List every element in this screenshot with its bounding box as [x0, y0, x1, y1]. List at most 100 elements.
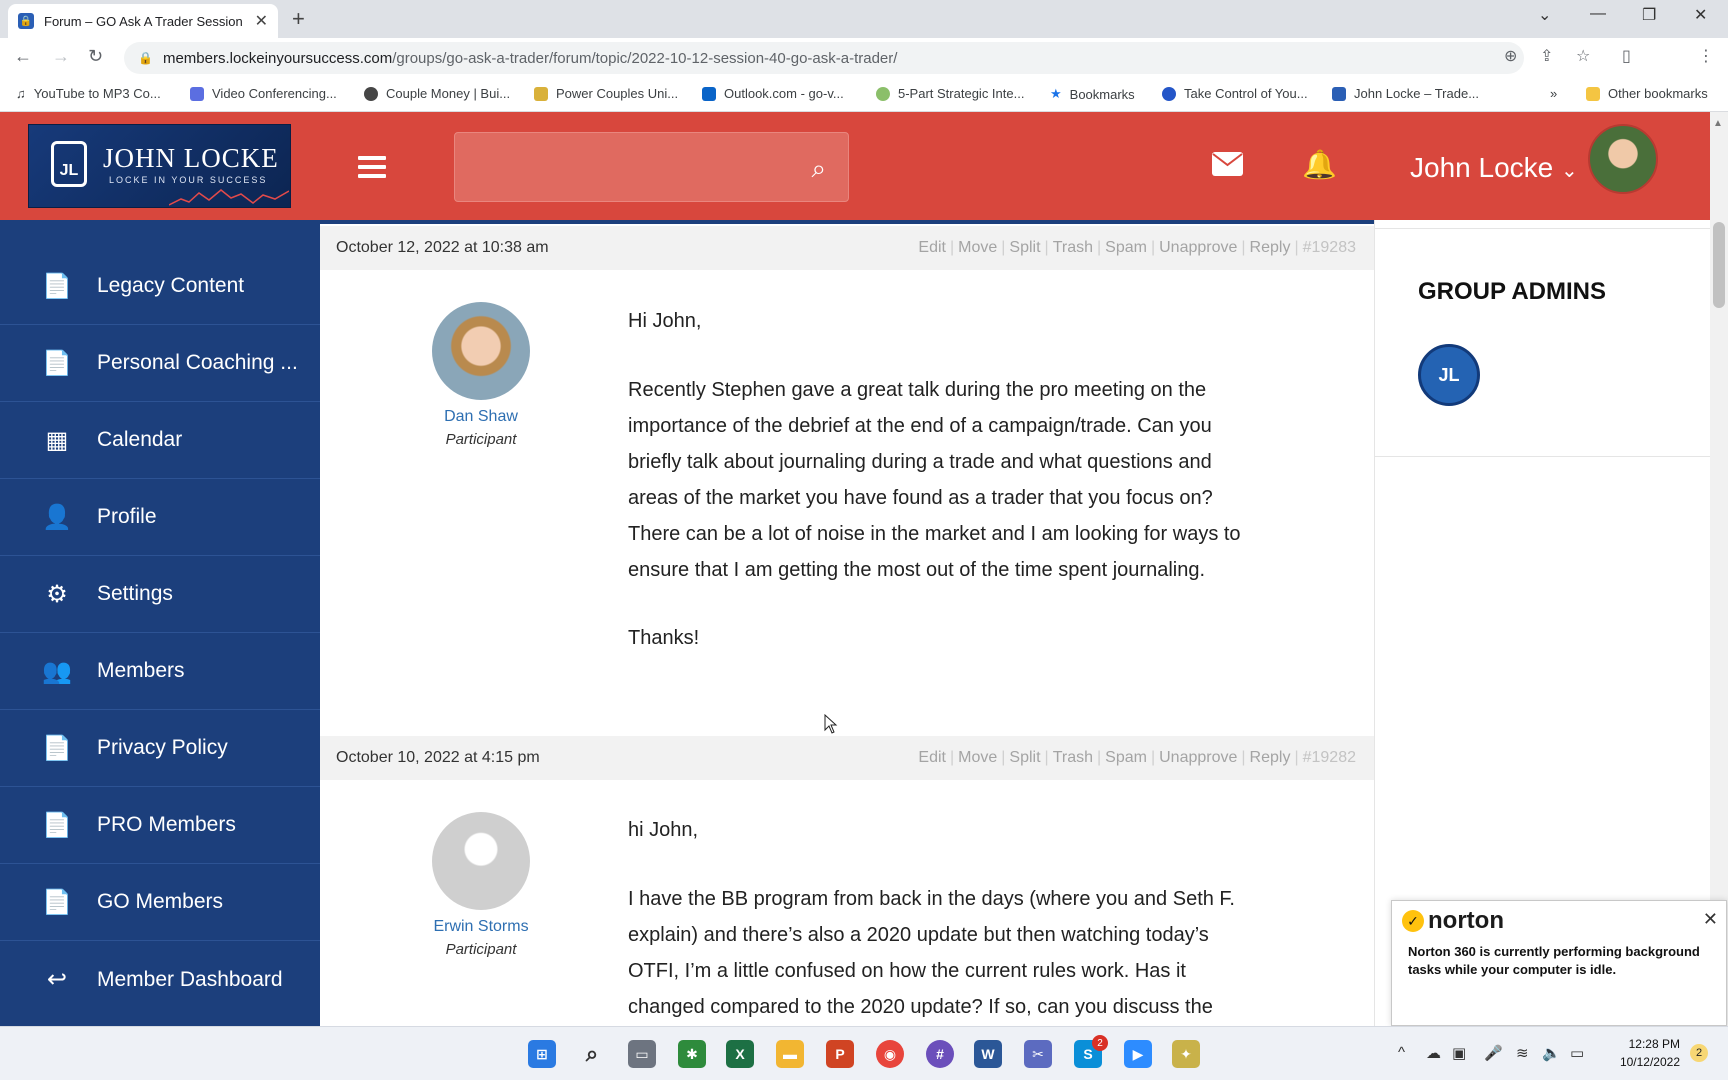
trash-link[interactable]: Trash [1053, 749, 1093, 766]
reply-link[interactable]: Reply [1250, 749, 1291, 766]
user-menu[interactable]: John Locke ⌄ [1410, 152, 1578, 184]
slack-icon[interactable]: # [926, 1040, 954, 1068]
bell-icon[interactable]: 🔔 [1302, 148, 1337, 181]
battery-icon[interactable]: ▭ [1570, 1044, 1584, 1062]
volume-icon[interactable]: 🔈 [1542, 1044, 1561, 1062]
mail-icon[interactable] [1212, 152, 1243, 176]
app-icon[interactable]: ✱ [678, 1040, 706, 1068]
bookmark-item[interactable]: ★ Bookmarks [1050, 86, 1135, 102]
other-bookmarks[interactable]: Other bookmarks [1586, 86, 1708, 101]
restore-icon[interactable]: ❐ [1642, 5, 1656, 25]
url-host: members.lockeinyoursuccess.com [162, 49, 393, 67]
bookmark-item[interactable]: 5-Part Strategic Inte... [876, 86, 1024, 101]
system-clock[interactable]: 12:28 PM 10/12/2022 [1600, 1035, 1680, 1071]
hamburger-menu-icon[interactable] [358, 156, 386, 178]
search-icon[interactable]: ⌕ [578, 1040, 606, 1068]
scroll-up-icon[interactable]: ▲ [1713, 118, 1723, 129]
bookmark-item[interactable]: John Locke – Trade... [1332, 86, 1479, 101]
notification-count[interactable]: 2 [1690, 1044, 1708, 1062]
sidebar-item-settings[interactable]: ⚙ Settings [0, 556, 320, 633]
browser-tab[interactable]: 🔒 Forum – GO Ask A Trader Session ✕ [8, 4, 278, 38]
site-logo[interactable]: JL JOHN LOCKE LOCKE IN YOUR SUCCESS [28, 124, 291, 208]
excel-icon[interactable]: X [726, 1040, 754, 1068]
author-name[interactable]: Dan Shaw [381, 408, 581, 426]
snipping-tool-icon[interactable]: ✂ [1024, 1040, 1052, 1068]
unapprove-link[interactable]: Unapprove [1159, 239, 1237, 256]
bookmark-item[interactable]: Power Couples Uni... [534, 86, 678, 101]
cloud-icon[interactable]: ☁ [1426, 1044, 1441, 1062]
move-link[interactable]: Move [958, 239, 997, 256]
split-link[interactable]: Split [1009, 239, 1040, 256]
bookmark-item[interactable]: Video Conferencing... [190, 86, 337, 101]
menu-kebab-icon[interactable]: ⋮ [1698, 46, 1714, 66]
more-bookmarks-icon[interactable]: » [1550, 86, 1557, 101]
close-tab-icon[interactable]: ✕ [255, 11, 268, 31]
sidebar-item-member-dashboard[interactable]: ↩ Member Dashboard [0, 941, 320, 1018]
reload-icon[interactable]: ↻ [88, 46, 103, 67]
word-icon[interactable]: W [974, 1040, 1002, 1068]
tab-search-icon[interactable]: ⌄ [1538, 5, 1551, 25]
group-admin-avatar[interactable]: JL [1418, 344, 1480, 406]
edit-link[interactable]: Edit [918, 749, 946, 766]
app-tray-icon[interactable]: ▣ [1452, 1044, 1466, 1062]
sidebar-item-personal-coaching[interactable]: 📄 Personal Coaching ... [0, 325, 320, 402]
windows-start-icon[interactable]: ⊞ [528, 1040, 556, 1068]
sidebar-item-go-members[interactable]: 📄 GO Members [0, 864, 320, 941]
site-header: JL JOHN LOCKE LOCKE IN YOUR SUCCESS ⌕ 🔔 … [0, 112, 1710, 220]
bookmark-item[interactable]: Outlook.com - go-v... [702, 86, 844, 101]
new-tab-icon[interactable]: + [292, 6, 305, 32]
spam-link[interactable]: Spam [1105, 749, 1147, 766]
chevron-up-icon[interactable]: ^ [1398, 1044, 1405, 1061]
sidebar-item-calendar[interactable]: ▦ Calendar [0, 402, 320, 479]
zoom-icon[interactable]: ▶ [1124, 1040, 1152, 1068]
task-view-icon[interactable]: ▭ [628, 1040, 656, 1068]
unapprove-link[interactable]: Unapprove [1159, 749, 1237, 766]
avatar[interactable] [432, 302, 530, 400]
search-icon[interactable]: ⌕ [811, 153, 826, 185]
sidebar-item-privacy-policy[interactable]: 📄 Privacy Policy [0, 710, 320, 787]
post-date: October 12, 2022 at 10:38 am [336, 239, 549, 256]
chrome-icon[interactable]: ◉ [876, 1040, 904, 1068]
bookmark-item[interactable]: Couple Money | Bui... [364, 86, 510, 101]
back-icon[interactable]: ← [14, 46, 32, 67]
document-icon: 📄 [42, 349, 72, 377]
post-id-link[interactable]: #19283 [1303, 239, 1356, 256]
default-avatar-icon[interactable] [432, 812, 530, 910]
mouse-cursor-icon [824, 714, 838, 734]
folder-icon[interactable]: ▬ [776, 1040, 804, 1068]
sidebar-item-members[interactable]: 👥 Members [0, 633, 320, 710]
reply-link[interactable]: Reply [1250, 239, 1291, 256]
zoom-icon[interactable]: ⊕ [1504, 46, 1517, 66]
close-icon[interactable]: ✕ [1703, 909, 1718, 930]
side-panel-icon[interactable]: ▯ [1622, 46, 1631, 66]
app-icon[interactable]: ✦ [1172, 1040, 1200, 1068]
forward-icon[interactable]: → [52, 46, 70, 67]
skype-badge: 2 [1092, 1035, 1108, 1051]
scrollbar-thumb[interactable] [1713, 222, 1725, 308]
logo-name: JOHN LOCKE [103, 143, 279, 173]
microphone-icon[interactable]: 🎤 [1484, 1044, 1503, 1062]
author-role: Participant [445, 431, 517, 448]
tab-title: Forum – GO Ask A Trader Session [44, 13, 243, 29]
url-field[interactable]: 🔒 members.lockeinyoursuccess.com/groups/… [124, 42, 1524, 74]
sidebar-item-profile[interactable]: 👤 Profile [0, 479, 320, 556]
share-icon[interactable]: ⇪ [1540, 46, 1553, 66]
powerpoint-icon[interactable]: P [826, 1040, 854, 1068]
author-name[interactable]: Erwin Storms [381, 918, 581, 936]
minimize-icon[interactable]: — [1590, 5, 1606, 23]
bookmark-item[interactable]: Take Control of You... [1162, 86, 1308, 101]
bookmark-star-icon[interactable]: ☆ [1576, 46, 1590, 66]
trash-link[interactable]: Trash [1053, 239, 1093, 256]
move-link[interactable]: Move [958, 749, 997, 766]
sidebar-item-pro-members[interactable]: 📄 PRO Members [0, 787, 320, 864]
edit-link[interactable]: Edit [918, 239, 946, 256]
search-input[interactable]: ⌕ [454, 132, 849, 202]
bookmark-item[interactable]: ♫ YouTube to MP3 Co... [16, 86, 161, 101]
split-link[interactable]: Split [1009, 749, 1040, 766]
wifi-icon[interactable]: ≋ [1516, 1044, 1529, 1062]
sidebar-item-legacy-content[interactable]: 📄 Legacy Content [0, 248, 320, 325]
post-id-link[interactable]: #19282 [1303, 749, 1356, 766]
avatar[interactable] [1588, 124, 1658, 194]
close-window-icon[interactable]: ✕ [1694, 5, 1707, 25]
spam-link[interactable]: Spam [1105, 239, 1147, 256]
